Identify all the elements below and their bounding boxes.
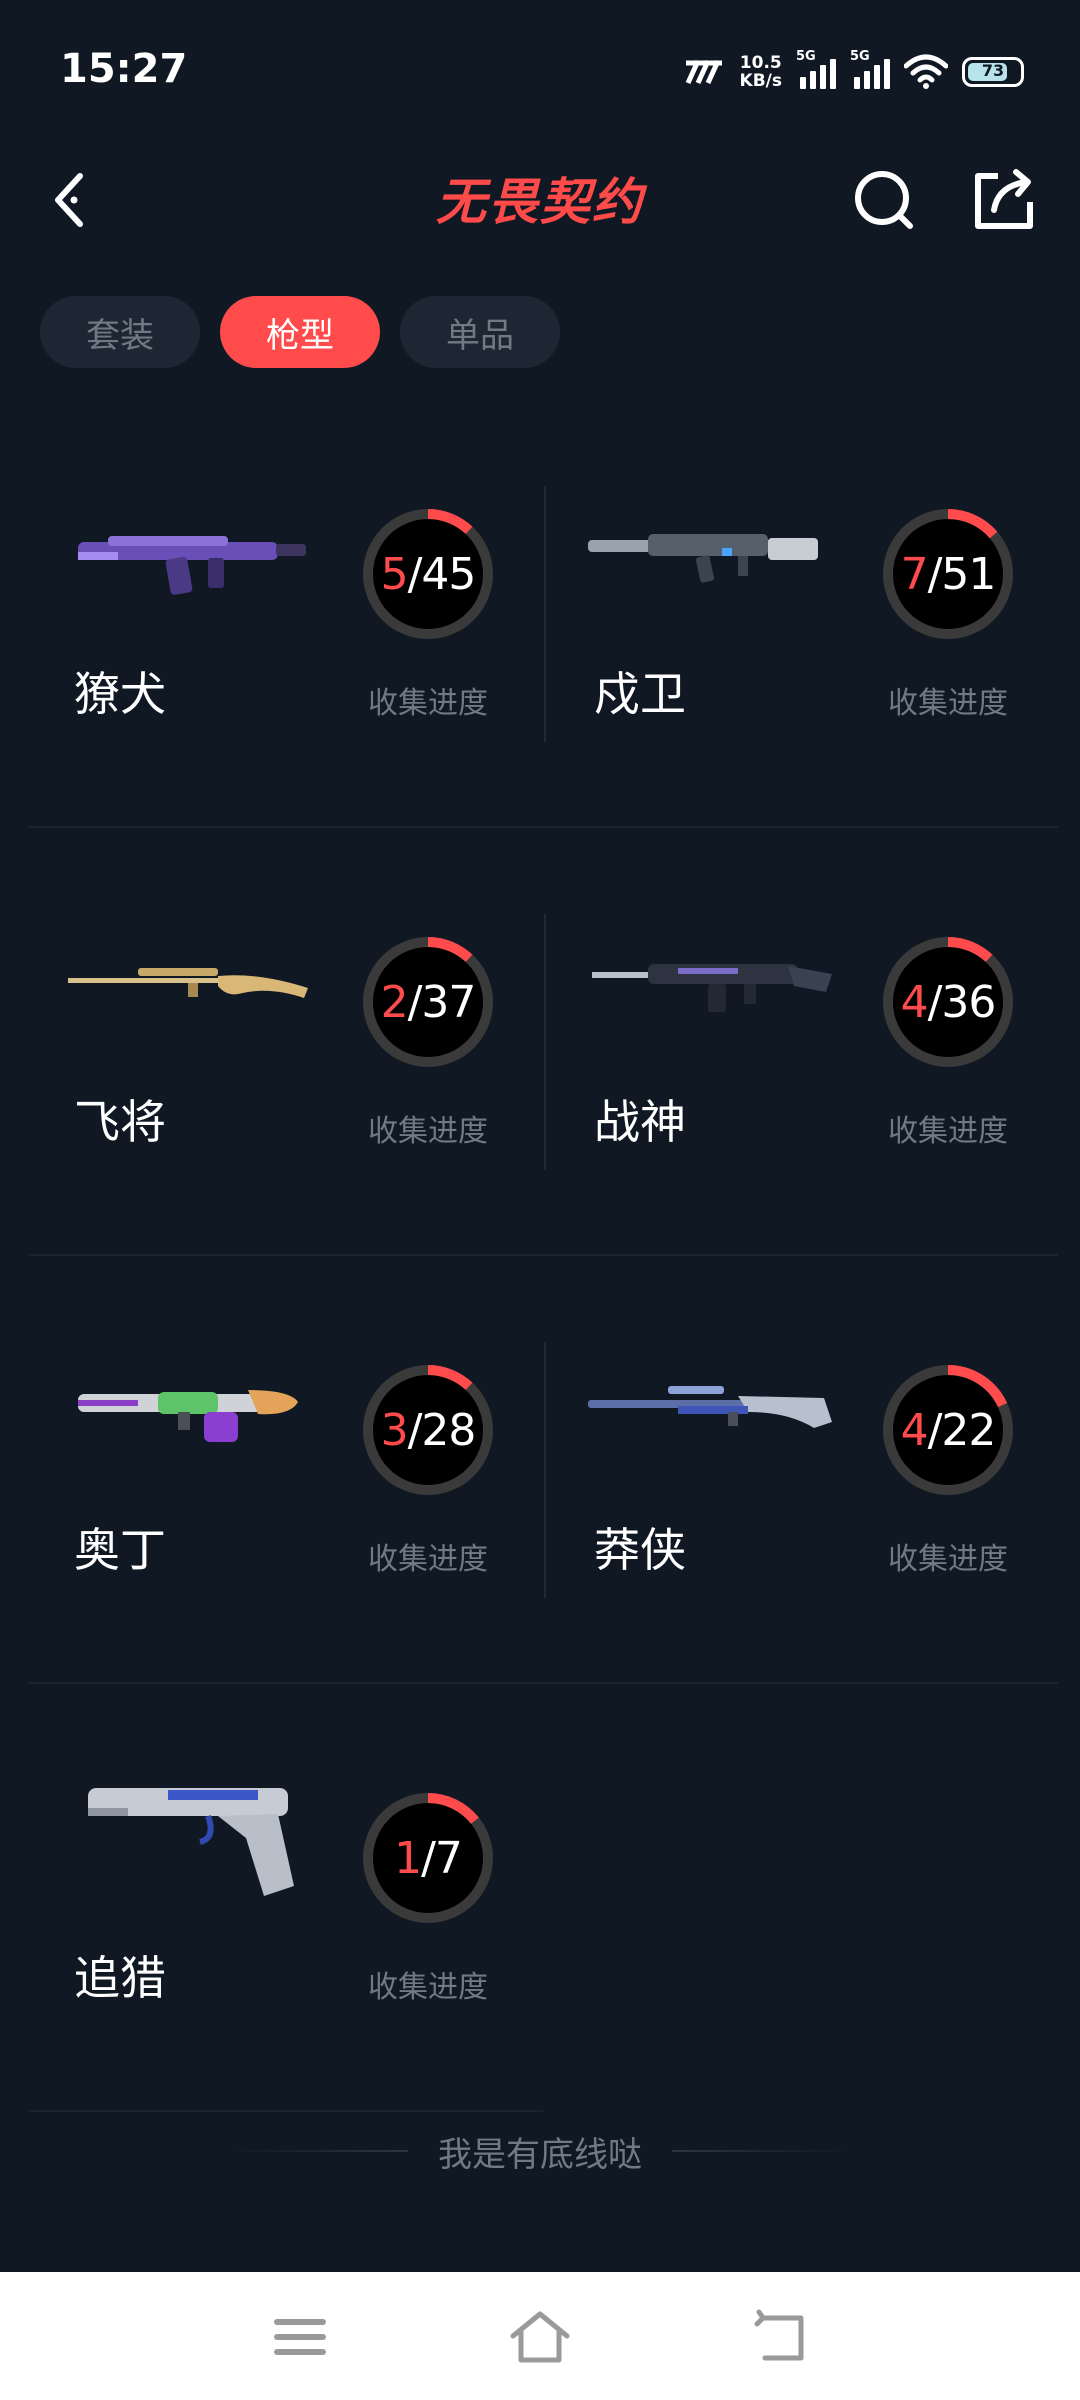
weapon-card[interactable]: 莽侠 4/22 收集进度 <box>548 1256 1063 1682</box>
wifi-icon <box>904 54 948 89</box>
progress-count: 2/37 <box>380 976 477 1028</box>
signal-label: 5G <box>850 49 870 64</box>
share-icon[interactable] <box>968 160 1040 240</box>
total-count: 22 <box>941 1404 996 1456</box>
weapon-grid: 獠犬 5/45 收集进度 戍卫 7 / 51 收集进度 飞将 2 / 37 收集… <box>28 400 1058 2112</box>
weapon-row: 追猎 1/7 收集进度 <box>28 1684 1058 2112</box>
progress-count: 1/7 <box>394 1832 463 1884</box>
divider-line <box>228 2150 408 2152</box>
network-speed: 10.5 KB/s <box>740 54 782 90</box>
progress-count: 5/45 <box>380 548 477 600</box>
tab-suits[interactable]: 套装 <box>40 296 200 368</box>
weapon-row: 飞将 2/37 收集进度 战神 4 / 36 收集进度 <box>28 828 1058 1256</box>
progress-count: 4/36 <box>900 976 997 1028</box>
weapon-image <box>588 534 818 583</box>
home-icon[interactable] <box>505 2302 575 2372</box>
weapon-name: 獠犬 <box>74 667 166 721</box>
search-icon[interactable] <box>848 160 920 240</box>
signal-icon: 5G <box>850 49 890 89</box>
end-of-list-note: 我是有底线哒 <box>0 2126 1080 2176</box>
collected-count: 2 <box>380 976 409 1028</box>
battery-icon: 73 <box>962 57 1024 87</box>
status-icons: 10.5 KB/s 5G 5G 73 <box>684 49 1024 94</box>
total-count: 51 <box>941 548 996 600</box>
weapon-name: 追猎 <box>74 1951 166 2005</box>
weapon-name: 奥丁 <box>74 1523 166 1577</box>
progress-count: 3/28 <box>380 1404 477 1456</box>
weapon-row: 獠犬 5/45 收集进度 戍卫 7 / 51 收集进度 <box>28 400 1058 828</box>
system-nav-bar <box>0 2272 1080 2400</box>
weapon-card[interactable]: 追猎 1/7 收集进度 <box>28 1684 543 2110</box>
collected-count: 1 <box>394 1832 422 1884</box>
weapon-row: 奥丁 3/28 收集进度 莽侠 4/22 收集进度 <box>28 1256 1058 1684</box>
collected-count: 7 <box>900 548 929 600</box>
signal-label: 5G <box>796 49 816 64</box>
weapon-image <box>78 1390 298 1442</box>
status-bar: 15:27 10.5 KB/s 5G 5G 73 <box>0 0 1080 140</box>
weapon-card[interactable]: 戍卫 7/51 收集进度 <box>548 400 1063 826</box>
weapon-name: 战神 <box>594 1095 686 1149</box>
progress-label: 收集进度 <box>888 686 1008 721</box>
progress-label: 收集进度 <box>888 1114 1008 1149</box>
divider-line <box>672 2150 852 2152</box>
column-divider <box>544 1342 546 1598</box>
network-speed-value: 10.5 <box>739 53 782 73</box>
collected-count: 4 <box>900 1404 929 1456</box>
weapon-card[interactable]: 战神 4/36 收集进度 <box>548 828 1063 1254</box>
weapon-card[interactable]: 奥丁 3/28 收集进度 <box>28 1256 543 1682</box>
progress-count: 7/51 <box>900 548 997 600</box>
network-speed-unit: KB/s <box>739 71 782 91</box>
total-count: 36 <box>941 976 996 1028</box>
weapon-name: 戍卫 <box>594 667 686 721</box>
status-time: 15:27 <box>60 46 188 92</box>
total-count: 28 <box>421 1404 476 1456</box>
progress-count: 4/22 <box>900 1404 997 1456</box>
weapon-image <box>592 964 832 1012</box>
weapon-image <box>78 536 306 595</box>
signal-icon: 5G <box>796 49 836 89</box>
progress-label: 收集进度 <box>368 686 488 721</box>
total-count: 37 <box>421 976 476 1028</box>
collected-count: 4 <box>900 976 929 1028</box>
weapon-image <box>88 1788 294 1896</box>
total-count: 7 <box>434 1832 463 1884</box>
battery-level: 73 <box>981 61 1005 80</box>
weapon-image <box>588 1386 832 1428</box>
category-tabs: 套装 枪型 单品 <box>40 296 560 368</box>
tab-singles[interactable]: 单品 <box>400 296 560 368</box>
weapon-image <box>68 968 308 998</box>
progress-label: 收集进度 <box>368 1542 488 1577</box>
weapon-name: 莽侠 <box>594 1523 686 1577</box>
progress-label: 收集进度 <box>368 1114 488 1149</box>
column-divider <box>544 914 546 1170</box>
progress-label: 收集进度 <box>888 1542 1008 1577</box>
app-logo-icon <box>685 59 722 85</box>
row-divider <box>28 2110 543 2112</box>
progress-label: 收集进度 <box>368 1970 488 2005</box>
weapon-card[interactable]: 飞将 2/37 收集进度 <box>28 828 543 1254</box>
total-count: 45 <box>421 548 476 600</box>
collected-count: 3 <box>380 1404 409 1456</box>
end-of-list-text: 我是有底线哒 <box>438 2134 642 2175</box>
tab-gun-types[interactable]: 枪型 <box>220 296 380 368</box>
weapon-name: 飞将 <box>74 1095 166 1149</box>
back-nav-icon[interactable] <box>745 2302 815 2372</box>
weapon-card[interactable]: 獠犬 5/45 收集进度 <box>28 400 543 826</box>
app-header: 无畏契约 <box>0 140 1080 260</box>
collected-count: 5 <box>380 548 409 600</box>
menu-icon[interactable] <box>265 2302 335 2372</box>
column-divider <box>544 486 546 742</box>
